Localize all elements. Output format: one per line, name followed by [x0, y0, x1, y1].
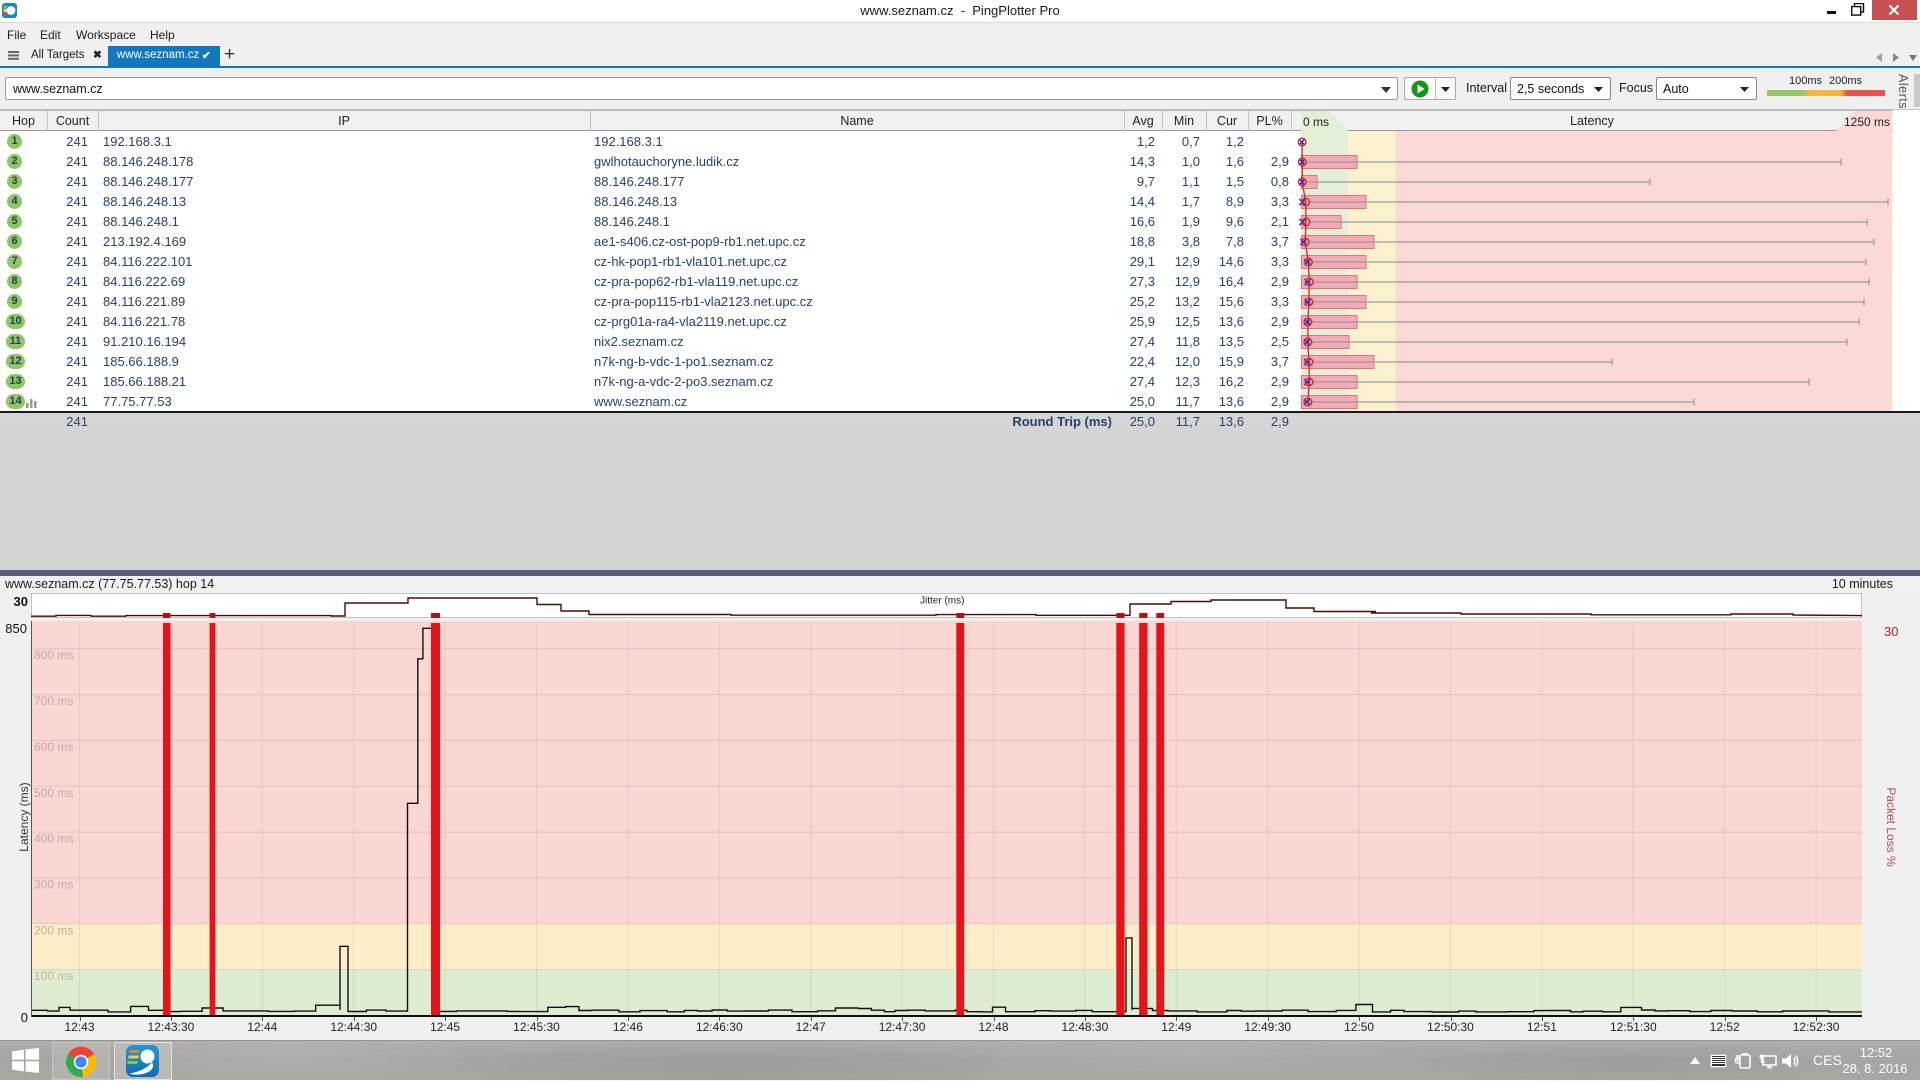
svg-text:500 ms: 500 ms [34, 786, 73, 800]
svg-text:100 ms: 100 ms [34, 969, 73, 983]
svg-text:400 ms: 400 ms [34, 832, 73, 846]
svg-text:600 ms: 600 ms [34, 740, 73, 754]
svg-text:800 ms: 800 ms [34, 648, 73, 662]
svg-text:700 ms: 700 ms [34, 694, 73, 708]
svg-text:200 ms: 200 ms [34, 923, 73, 937]
svg-text:Jitter (ms): Jitter (ms) [920, 596, 964, 607]
svg-text:300 ms: 300 ms [34, 877, 73, 891]
